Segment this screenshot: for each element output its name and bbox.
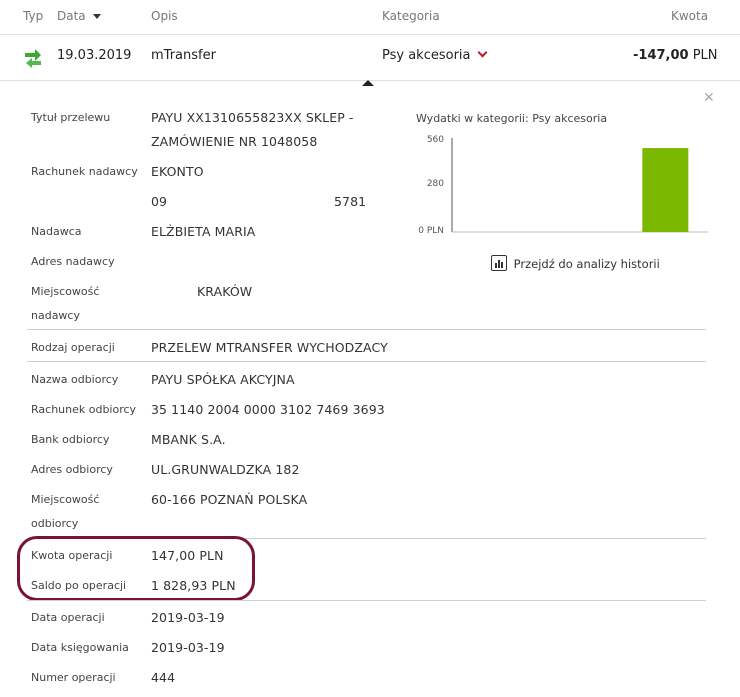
history-analysis-link[interactable]: Przejdź do analizy historii [491,255,660,271]
y-tick-label: 560 [426,135,444,145]
op-number-value: 444 [151,670,176,685]
sender-account-suffix: 5781 [334,194,367,209]
posting-date-label: Data księgowania [31,641,129,654]
recipient-city-label-2: odbiorcy [31,517,79,530]
title-value-line1: PAYU XX1310655823XX SKLEP - [151,110,354,125]
table-header: Typ Data Opis Kategoria Kwota [0,0,740,35]
divider [27,600,706,601]
transaction-date: 19.03.2019 [57,48,132,63]
divider [27,361,706,362]
recipient-name-label: Nazwa odbiorcy [31,373,119,386]
sender-account-label: Rachunek nadawcy [31,165,138,178]
posting-date-value: 2019-03-19 [151,640,225,655]
sort-down-icon [93,14,102,19]
y-tick-label: 280 [426,179,444,189]
op-type-value: PRZELEW MTRANSFER WYCHODZACY [151,340,388,355]
amount-currency: PLN [692,48,718,63]
column-date-label: Data [57,9,86,23]
title-value-line2: ZAMÓWIENIE NR 1048058 [151,134,318,149]
column-category: Kategoria [382,9,440,23]
column-amount: Kwota [671,9,709,23]
sender-account-prefix: 09 [151,194,168,209]
sender-address-label: Adres nadawcy [31,255,115,268]
sender-city-label-2: nadawcy [31,309,80,322]
close-icon[interactable]: ✕ [703,90,715,106]
recipient-account-value: 35 1140 2004 0000 3102 7469 3693 [151,402,385,417]
category-dropdown[interactable]: Psy akcesoria [382,47,488,63]
expense-chart [451,138,708,233]
sender-label: Nadawca [31,225,82,238]
recipient-bank-label: Bank odbiorcy [31,433,110,446]
history-analysis-label: Przejdź do analizy historii [513,257,660,271]
transaction-row[interactable]: 19.03.2019 mTransfer Psy akcesoria -147,… [0,35,740,81]
recipient-account-label: Rachunek odbiorcy [31,403,137,416]
sender-value: ELŻBIETA MARIA [151,224,256,239]
transaction-amount: -147,00 PLN [633,48,718,63]
transaction-description: mTransfer [151,48,216,63]
op-type-label: Rodzaj operacji [31,341,115,354]
op-date-value: 2019-03-19 [151,610,225,625]
amount-highlight-annotation [17,536,255,601]
sender-account-name: EKONTO [151,164,204,179]
chart-title-text: Wydatki w kategorii: [416,112,529,125]
title-label: Tytuł przelewu [31,111,111,124]
chart-category-name: Psy akcesoria [532,112,608,125]
recipient-address-label: Adres odbiorcy [31,463,113,476]
sender-city-label-1: Miejscowość [31,285,100,298]
y-tick-label: 0 PLN [418,226,444,236]
divider [27,329,706,330]
recipient-address-value: UL.GRUNWALDZKA 182 [151,462,300,477]
category-label: Psy akcesoria [382,48,471,63]
recipient-bank-value: MBANK S.A. [151,432,226,447]
sender-city-value: KRAKÓW [197,284,253,299]
column-description: Opis [151,9,178,23]
op-number-label: Numer operacji [31,671,116,684]
bar-chart-icon [491,255,507,271]
details-pointer [362,80,374,86]
recipient-city-label-1: Miejscowość [31,493,100,506]
column-date-sort[interactable]: Data [57,9,102,23]
chart-title: Wydatki w kategorii: Psy akcesoria [416,112,607,125]
chart-bar[interactable] [642,148,689,232]
transfer-arrows-icon [24,46,42,72]
column-type: Typ [23,9,44,23]
chevron-down-icon [477,47,488,58]
amount-value: -147,00 [633,48,689,63]
recipient-name-value: PAYU SPÓŁKA AKCYJNA [151,372,295,387]
op-date-label: Data operacji [31,611,105,624]
recipient-city-value: 60-166 POZNAŃ POLSKA [151,492,308,507]
